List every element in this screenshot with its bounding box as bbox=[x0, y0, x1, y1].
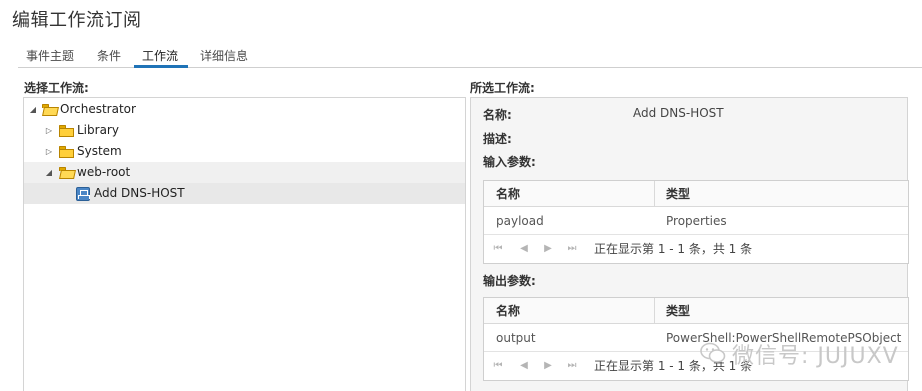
collapse-toggle-icon[interactable]: ▷ bbox=[44, 120, 54, 141]
folder-open-icon bbox=[59, 167, 76, 179]
tree-node-library[interactable]: ▷ Library bbox=[24, 120, 465, 141]
workflow-icon bbox=[76, 187, 90, 201]
watermark: 微信号: JUJUXV bbox=[700, 338, 912, 369]
folder-icon bbox=[59, 125, 74, 137]
tree-node-web-root[interactable]: ◢ web-root bbox=[24, 162, 465, 183]
table-row[interactable]: payload Properties bbox=[484, 207, 908, 235]
selected-workflow-label: 所选工作流: bbox=[470, 81, 535, 95]
dialog-title: 编辑工作流订阅 bbox=[12, 10, 142, 31]
first-page-icon[interactable]: ⏮ bbox=[492, 242, 504, 256]
folder-icon bbox=[59, 146, 74, 158]
expand-toggle-icon[interactable]: ◢ bbox=[28, 99, 38, 120]
output-params-label: 输出参数: bbox=[483, 274, 536, 288]
tab-details[interactable]: 详细信息 bbox=[192, 48, 256, 68]
tab-bar: 事件主题 条件 工作流 详细信息 bbox=[18, 46, 922, 68]
tree-node-label: web-root bbox=[77, 165, 131, 179]
prev-page-icon[interactable]: ◀ bbox=[518, 242, 530, 256]
tree-node-add-dns-host[interactable]: Add DNS-HOST bbox=[24, 183, 465, 204]
tree-node-orchestrator[interactable]: ◢ Orchestrator bbox=[24, 99, 465, 120]
column-header-type[interactable]: 类型 bbox=[666, 298, 690, 324]
name-value: Add DNS-HOST bbox=[633, 106, 724, 120]
tree-node-label: Orchestrator bbox=[60, 102, 136, 116]
watermark-text: 微信号: JUJUXV bbox=[732, 344, 899, 369]
prev-page-icon[interactable]: ◀ bbox=[518, 359, 530, 373]
tab-event-topic[interactable]: 事件主题 bbox=[18, 48, 82, 68]
wechat-icon bbox=[700, 342, 726, 363]
pagination-bar: ⏮ ◀ ▶ ⏭ 正在显示第 1 - 1 条，共 1 条 bbox=[484, 235, 908, 263]
input-params-grid: 名称 类型 payload Properties ⏮ ◀ ▶ ⏭ 正在显示第 1… bbox=[483, 180, 909, 264]
tree-node-label: Add DNS-HOST bbox=[94, 186, 185, 200]
column-header-type[interactable]: 类型 bbox=[666, 181, 690, 207]
tree-node-label: System bbox=[77, 144, 122, 158]
folder-open-icon bbox=[42, 104, 59, 116]
column-header-name[interactable]: 名称 bbox=[496, 181, 520, 207]
first-page-icon[interactable]: ⏮ bbox=[492, 359, 504, 373]
tab-conditions[interactable]: 条件 bbox=[89, 48, 129, 68]
input-params-label: 输入参数: bbox=[483, 155, 536, 169]
tree-node-label: Library bbox=[77, 123, 119, 137]
column-header-name[interactable]: 名称 bbox=[496, 298, 520, 324]
select-workflow-label: 选择工作流: bbox=[24, 81, 89, 95]
next-page-icon[interactable]: ▶ bbox=[542, 359, 554, 373]
next-page-icon[interactable]: ▶ bbox=[542, 242, 554, 256]
param-name-cell: output bbox=[496, 331, 536, 345]
collapse-toggle-icon[interactable]: ▷ bbox=[44, 141, 54, 162]
grid-header: 名称 类型 bbox=[484, 298, 908, 324]
pagination-status: 正在显示第 1 - 1 条，共 1 条 bbox=[594, 242, 753, 256]
last-page-icon[interactable]: ⏭ bbox=[566, 359, 578, 373]
name-label: 名称: bbox=[483, 108, 512, 122]
tree-node-system[interactable]: ▷ System bbox=[24, 141, 465, 162]
param-type-cell: Properties bbox=[666, 214, 727, 228]
expand-toggle-icon[interactable]: ◢ bbox=[44, 162, 54, 183]
description-label: 描述: bbox=[483, 132, 512, 146]
tab-workflow[interactable]: 工作流 bbox=[134, 48, 188, 68]
workflow-tree: ◢ Orchestrator ▷ Library ▷ System ◢ web-… bbox=[23, 97, 466, 391]
last-page-icon[interactable]: ⏭ bbox=[566, 242, 578, 256]
param-name-cell: payload bbox=[496, 214, 544, 228]
grid-header: 名称 类型 bbox=[484, 181, 908, 207]
